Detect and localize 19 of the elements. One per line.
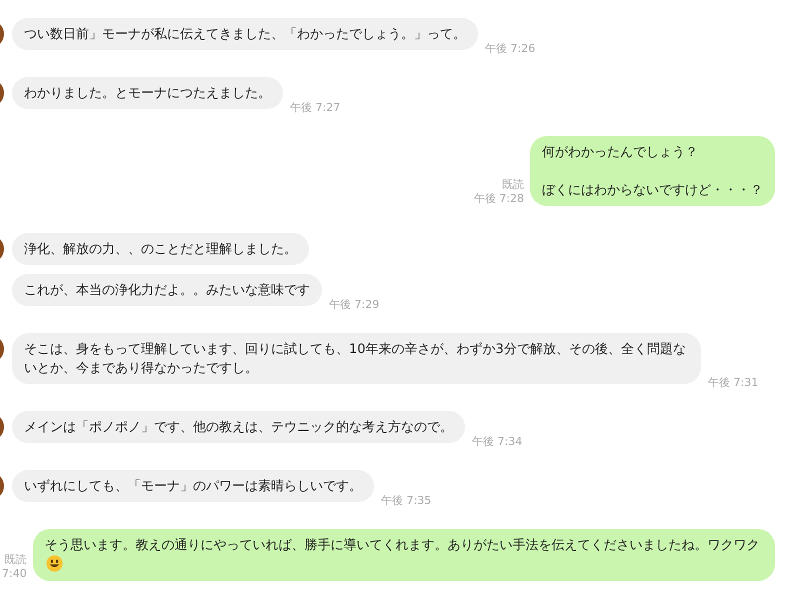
message-time: 午後 7:35 — [381, 494, 432, 508]
message-time: 午後 7:27 — [290, 101, 340, 115]
message-time: 午後 7:29 — [329, 298, 380, 312]
message-time: 午後 7:34 — [472, 435, 522, 449]
sent-message-bubble: そう思います。教えの通りにやっていれば、勝手に導いてくれます。ありがたい手法を伝えてくださいましたね。ワクワク — [32, 529, 775, 581]
received-message-bubble: つい数日前」モーナが私に伝えてきました、「わかったでしょう。」って。 — [12, 18, 478, 50]
received-message-bubble: メインは「ポノポノ」です、他の教えは、テウニック的な考え方なので。 — [12, 411, 465, 443]
read-receipt: 既読 — [502, 178, 524, 192]
message-time: 午後 7:31 — [708, 376, 758, 390]
received-message-bubble: そこは、身をもって理解しています、回りに試しても、10年来の辛さが、わずか3分で解放、その後、全く問題ないとか、今まであり得なかったですし。 — [12, 333, 701, 384]
received-message-bubble: これが、本当の浄化力だよ。。みたいな意味です — [12, 274, 322, 306]
sent-message-bubble: 何がわかったんでしょう？ ぼくにはわからないですけど・・・？ — [530, 136, 775, 206]
message-time: 午後 7:28 — [474, 192, 524, 206]
received-message-bubble: わかりました。とモーナにつたえました。 — [12, 77, 283, 109]
message-time: 午後 7:26 — [485, 42, 536, 56]
message-time: 7:40 — [2, 567, 27, 581]
received-message-bubble: 浄化、解放の力、、のことだと理解しました。 — [12, 233, 309, 265]
received-message-bubble: いずれにしても、「モーナ」のパワーは素晴らしいです。 — [12, 470, 374, 502]
read-receipt: 既読 — [4, 553, 27, 567]
